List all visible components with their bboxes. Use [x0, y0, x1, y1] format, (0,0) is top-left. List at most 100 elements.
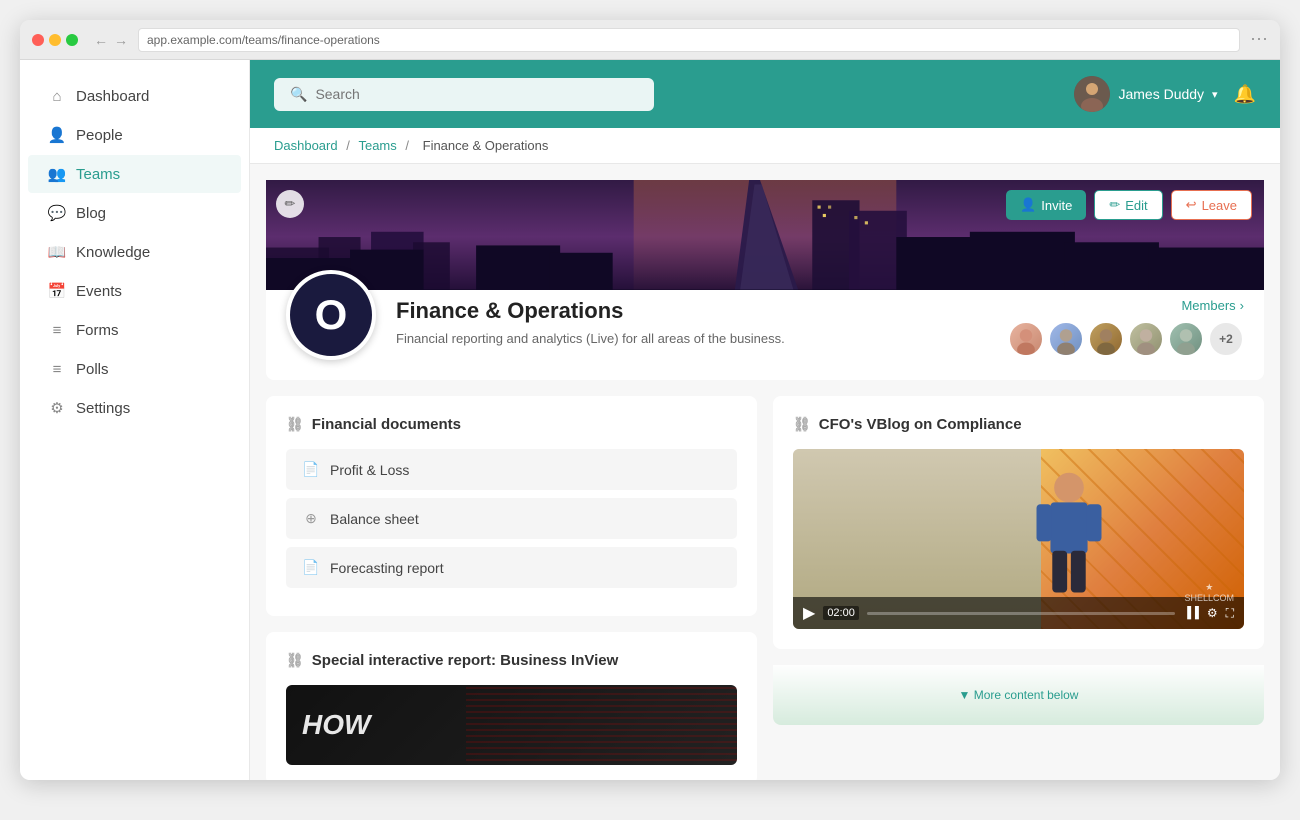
doc-icon: 📄	[302, 559, 320, 576]
breadcrumb-separator: /	[405, 138, 412, 153]
sidebar-item-label: Dashboard	[76, 88, 149, 105]
back-arrow[interactable]: ←	[94, 32, 108, 48]
watermark-star: ★	[1184, 582, 1234, 593]
user-profile[interactable]: James Duddy ▾	[1074, 76, 1217, 112]
scroll-hint-text: ▼ More content below	[959, 688, 1079, 702]
financial-docs-card: ⛓ Financial documents 📄 Profit & Loss ⊕ …	[266, 396, 757, 616]
banner-edit-button[interactable]: ✏	[276, 190, 304, 218]
link-icon: ⛓	[286, 652, 304, 669]
video-watermark: ★ SHELLCOM	[1184, 582, 1234, 603]
breadcrumb-separator: /	[346, 138, 353, 153]
special-report-title: ⛓ Special interactive report: Business I…	[286, 652, 737, 669]
member-avatar[interactable]	[1088, 321, 1124, 357]
sidebar-item-forms[interactable]: ≡ Forms	[28, 311, 241, 349]
breadcrumb-teams[interactable]: Teams	[358, 138, 396, 153]
video-controls: ▶ 02:00 ▐▐ ⚙ ⛶	[793, 597, 1244, 629]
team-details: Finance & Operations Financial reporting…	[396, 290, 988, 349]
sidebar-item-label: Polls	[76, 361, 109, 378]
member-avatar[interactable]	[1048, 321, 1084, 357]
member-avatar[interactable]	[1168, 321, 1204, 357]
sidebar-item-label: Teams	[76, 166, 120, 183]
user-name: James Duddy	[1118, 86, 1204, 102]
sidebar-item-label: Forms	[76, 322, 119, 339]
notification-bell-icon[interactable]: 🔔	[1234, 84, 1256, 105]
members-link[interactable]: Members ›	[1008, 298, 1244, 313]
fullscreen-icon[interactable]: ⛶	[1226, 606, 1234, 621]
team-info: O Finance & Operations Financial reporti…	[266, 290, 1264, 380]
link-icon: ⛓	[793, 416, 811, 433]
avatar	[1074, 76, 1110, 112]
sidebar-item-label: People	[76, 127, 123, 144]
dashboard-icon: ⌂	[48, 87, 66, 105]
member-avatar[interactable]	[1128, 321, 1164, 357]
invite-icon: 👤	[1020, 197, 1036, 213]
forms-icon: ≡	[48, 321, 66, 339]
close-dot[interactable]	[32, 34, 44, 46]
members-section: Members ›	[1008, 290, 1244, 357]
team-description: Financial reporting and analytics (Live)…	[396, 329, 988, 349]
browser-chrome-bar: ← → app.example.com/teams/finance-operat…	[20, 20, 1280, 60]
main-content: 🔍 James Duddy ▾	[250, 60, 1280, 780]
banner-actions: 👤 Invite ✏ Edit ↩ Leave	[1006, 190, 1252, 220]
polls-icon: ≡	[48, 360, 66, 378]
decorative-pattern	[466, 685, 737, 765]
minimize-dot[interactable]	[49, 34, 61, 46]
team-banner: ✏ 👤 Invite ✏ Edit ↩ Leave	[266, 180, 1264, 300]
sidebar-item-events[interactable]: 📅 Events	[28, 272, 241, 310]
top-header: 🔍 James Duddy ▾	[250, 60, 1280, 128]
doc-item-profit-loss[interactable]: 📄 Profit & Loss	[286, 449, 737, 490]
chevron-right-icon: ›	[1240, 298, 1244, 313]
banner-image: ✏ 👤 Invite ✏ Edit ↩ Leave	[266, 180, 1264, 300]
window-controls	[32, 34, 78, 46]
link-icon: ⛓	[286, 416, 304, 433]
teams-icon: 👥	[48, 165, 66, 183]
sidebar-item-knowledge[interactable]: 📖 Knowledge	[28, 233, 241, 271]
sidebar-item-blog[interactable]: 💬 Blog	[28, 194, 241, 232]
video-settings-icon[interactable]: ⚙	[1207, 606, 1218, 620]
sidebar-item-label: Blog	[76, 205, 106, 222]
forward-arrow[interactable]: →	[114, 32, 128, 48]
search-input[interactable]	[315, 86, 638, 102]
search-bar[interactable]: 🔍	[274, 78, 654, 111]
sidebar-item-label: Settings	[76, 400, 130, 417]
url-bar[interactable]: app.example.com/teams/finance-operations	[138, 28, 1240, 52]
breadcrumb-dashboard[interactable]: Dashboard	[274, 138, 338, 153]
leave-button[interactable]: ↩ Leave	[1171, 190, 1252, 220]
invite-button[interactable]: 👤 Invite	[1006, 190, 1086, 220]
watermark-text: SHELLCOM	[1184, 593, 1234, 603]
breadcrumb: Dashboard / Teams / Finance & Operations	[250, 128, 1280, 164]
sidebar-item-polls[interactable]: ≡ Polls	[28, 350, 241, 388]
volume-icon[interactable]: ▐▐	[1183, 607, 1199, 619]
team-logo: O	[286, 270, 376, 360]
scroll-hint: ▼ More content below	[773, 665, 1264, 725]
video-thumbnail[interactable]: ▶ 02:00 ▐▐ ⚙ ⛶ ★ SHELLCOM	[793, 449, 1244, 629]
settings-icon: ⚙	[48, 399, 66, 417]
leave-icon: ↩	[1186, 197, 1197, 213]
sidebar-item-label: Knowledge	[76, 244, 150, 261]
doc-item-balance-sheet[interactable]: ⊕ Balance sheet	[286, 498, 737, 539]
blog-icon: 💬	[48, 204, 66, 222]
maximize-dot[interactable]	[66, 34, 78, 46]
special-report-preview[interactable]: HOW	[286, 685, 737, 765]
search-icon: 🔍	[290, 86, 307, 103]
globe-icon: ⊕	[302, 510, 320, 527]
sidebar-item-people[interactable]: 👤 People	[28, 116, 241, 154]
right-column: ⛓ CFO's VBlog on Compliance	[773, 396, 1264, 780]
browser-menu-icon[interactable]: ⋯	[1250, 29, 1268, 50]
preview-text: HOW	[302, 709, 370, 741]
sidebar-item-dashboard[interactable]: ⌂ Dashboard	[28, 77, 241, 115]
video-progress-bar[interactable]	[867, 612, 1175, 615]
sidebar-item-teams[interactable]: 👥 Teams	[28, 155, 241, 193]
edit-button[interactable]: ✏ Edit	[1094, 190, 1162, 220]
browser-nav: ← →	[94, 32, 128, 48]
play-button[interactable]: ▶	[803, 603, 815, 623]
member-count-extra[interactable]: +2	[1208, 321, 1244, 357]
header-right: James Duddy ▾ 🔔	[1074, 76, 1256, 112]
chevron-down-icon: ▾	[1212, 88, 1218, 101]
member-avatar[interactable]	[1008, 321, 1044, 357]
sidebar-item-label: Events	[76, 283, 122, 300]
two-column-layout: ⛓ Financial documents 📄 Profit & Loss ⊕ …	[250, 396, 1280, 780]
sidebar-item-settings[interactable]: ⚙ Settings	[28, 389, 241, 427]
doc-item-forecasting[interactable]: 📄 Forecasting report	[286, 547, 737, 588]
edit-icon: ✏	[1109, 197, 1120, 213]
